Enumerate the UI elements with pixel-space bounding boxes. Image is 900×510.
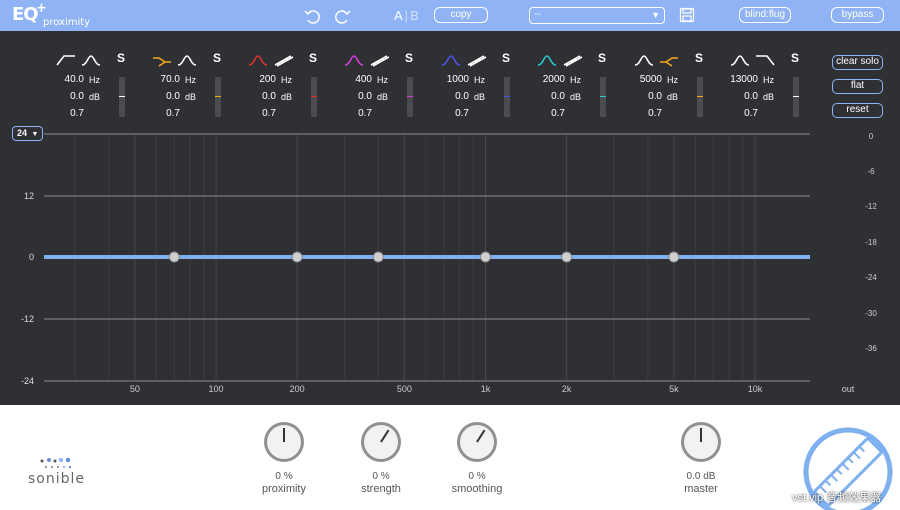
knob-value: 0.0 dB <box>686 471 716 482</box>
knob-label: proximity <box>261 483 306 495</box>
bottom-panel: sonible 0 % proximity 0 % strength 0 % smooth… <box>0 405 900 510</box>
out-scale-label: -30 <box>865 309 877 318</box>
out-scale-label: -12 <box>865 202 877 211</box>
out-scale-label: -24 <box>865 273 877 282</box>
knob-proximity[interactable]: 0 % proximity <box>244 421 324 495</box>
y-axis-label: 0 <box>28 252 34 262</box>
knob-smoothing[interactable]: 0 % smoothing <box>437 421 517 495</box>
x-axis-label: 100 <box>208 384 224 394</box>
knob-label: master <box>684 483 718 495</box>
eq-graph[interactable] <box>0 0 900 405</box>
x-axis-label: 10k <box>747 384 763 394</box>
brand-name: sonible <box>28 471 86 487</box>
eq-node-1000[interactable] <box>480 251 492 263</box>
knob-strength[interactable]: 0 % strength <box>341 421 421 495</box>
out-scale-label: -6 <box>867 167 875 176</box>
knob-dial-icon[interactable] <box>437 421 517 467</box>
knob-dial-icon[interactable] <box>661 421 741 467</box>
x-axis-label: 2k <box>561 384 572 394</box>
x-axis-label: 50 <box>129 384 140 394</box>
x-axis-label: 1k <box>480 384 491 394</box>
knob-dial-icon[interactable] <box>341 421 421 467</box>
x-axis-label: 5k <box>669 384 679 394</box>
out-scale-label: -36 <box>865 344 877 353</box>
x-axis-label: 200 <box>289 384 305 394</box>
knob-value: 0 % <box>275 471 293 482</box>
out-scale-label: 0 <box>868 132 874 141</box>
watermark: vst.vip 音频效果器 <box>792 492 882 504</box>
x-axis-label: 500 <box>396 384 412 394</box>
eq-node-200[interactable] <box>291 251 303 263</box>
y-axis-label: -12 <box>20 314 34 324</box>
knob-label: smoothing <box>451 483 503 495</box>
eq-node-400[interactable] <box>372 251 384 263</box>
x-axis-label: out <box>841 384 855 394</box>
knob-value: 0 % <box>468 471 486 482</box>
knob-label: strength <box>361 483 401 495</box>
eq-node-5000[interactable] <box>668 251 680 263</box>
y-axis-label: 12 <box>23 191 34 201</box>
knob-dial-icon[interactable] <box>244 421 324 467</box>
knob-master[interactable]: 0.0 dB master <box>661 421 741 495</box>
y-axis-label: -24 <box>20 376 34 386</box>
out-scale-label: -18 <box>865 238 877 247</box>
eq-node-2000[interactable] <box>561 251 573 263</box>
knob-value: 0 % <box>372 471 390 482</box>
sonible-dots-icon <box>40 457 72 469</box>
eq-node-70[interactable] <box>168 251 180 263</box>
